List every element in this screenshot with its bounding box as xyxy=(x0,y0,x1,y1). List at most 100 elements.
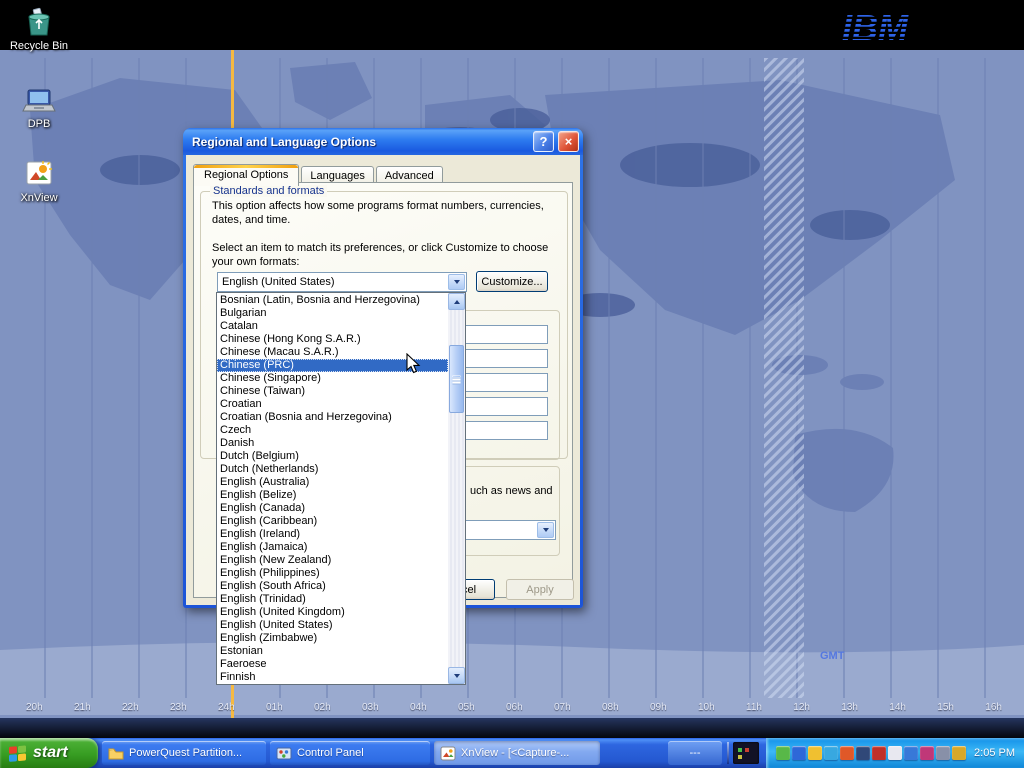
timezone-label: 02h xyxy=(314,702,331,713)
list-item[interactable]: Chinese (Hong Kong S.A.R.) xyxy=(217,333,448,346)
xnview-icon xyxy=(22,156,56,190)
location-text-fragment: uch as news and xyxy=(470,484,553,498)
list-item[interactable]: English (United Kingdom) xyxy=(217,606,448,619)
tray-icon[interactable] xyxy=(824,746,838,760)
format-combobox-value: English (United States) xyxy=(218,276,447,288)
tray-icon[interactable] xyxy=(904,746,918,760)
list-item[interactable]: Faeroese xyxy=(217,658,448,671)
list-item[interactable]: Estonian xyxy=(217,645,448,658)
list-item[interactable]: Dutch (Netherlands) xyxy=(217,463,448,476)
combobox-dropdown-button[interactable] xyxy=(448,274,465,290)
tray-icon[interactable] xyxy=(952,746,966,760)
timezone-label-row: 20h 21h 22h 23h 24h 01h 02h 03h 04h 05h … xyxy=(26,702,1002,713)
list-item[interactable]: Croatian (Bosnia and Herzegovina) xyxy=(217,411,448,424)
taskbar-deskband[interactable]: --- xyxy=(668,741,722,765)
system-tray: 2:05 PM xyxy=(766,738,1024,768)
timezone-label: 23h xyxy=(170,702,187,713)
taskbar-clock[interactable]: 2:05 PM xyxy=(974,738,1015,768)
tray-icon[interactable] xyxy=(888,746,902,760)
list-item[interactable]: Finnish xyxy=(217,671,448,684)
list-item[interactable]: English (United States) xyxy=(217,619,448,632)
taskbar-separator xyxy=(727,742,729,764)
tray-icon[interactable] xyxy=(856,746,870,760)
desktop-icon-xnview[interactable]: XnView xyxy=(0,156,78,204)
list-item[interactable]: Czech xyxy=(217,424,448,437)
help-button[interactable]: ? xyxy=(533,131,554,152)
scroll-up-button[interactable] xyxy=(448,293,465,310)
dialog-title-bar[interactable]: Regional and Language Options ? × xyxy=(183,128,583,155)
timezone-label: 13h xyxy=(841,702,858,713)
customize-button[interactable]: Customize... xyxy=(476,271,548,292)
format-combobox[interactable]: English (United States) xyxy=(217,272,467,292)
list-item[interactable]: English (Canada) xyxy=(217,502,448,515)
tray-icon[interactable] xyxy=(808,746,822,760)
taskbar-task-powerquest[interactable]: PowerQuest Partition... xyxy=(102,741,266,765)
list-item[interactable]: Bosnian (Latin, Bosnia and Herzegovina) xyxy=(217,294,448,307)
list-item[interactable]: English (Jamaica) xyxy=(217,541,448,554)
list-item[interactable]: Catalan xyxy=(217,320,448,333)
list-item[interactable]: Chinese (Taiwan) xyxy=(217,385,448,398)
timezone-label: 07h xyxy=(554,702,571,713)
list-item[interactable]: Dutch (Belgium) xyxy=(217,450,448,463)
taskbar-task-control-panel[interactable]: Control Panel xyxy=(270,741,430,765)
list-item[interactable]: English (New Zealand) xyxy=(217,554,448,567)
desktop: 20h 21h 22h 23h 24h 01h 02h 03h 04h 05h … xyxy=(0,0,1024,768)
timezone-label: 22h xyxy=(122,702,139,713)
tray-icon[interactable] xyxy=(840,746,854,760)
timezone-label: 05h xyxy=(458,702,475,713)
tray-icon[interactable] xyxy=(776,746,790,760)
timezone-label: 15h xyxy=(937,702,954,713)
ibm-logo: IBM xyxy=(836,4,946,50)
list-item[interactable]: English (Australia) xyxy=(217,476,448,489)
timezone-label: 24h xyxy=(218,702,235,713)
svg-text:IBM: IBM xyxy=(842,7,909,48)
list-item[interactable]: English (Zimbabwe) xyxy=(217,632,448,645)
taskbar-task-xnview[interactable]: XnView - [<Capture-... xyxy=(434,741,600,765)
desktop-icon-dpb[interactable]: DPB xyxy=(0,86,78,130)
tray-icon[interactable] xyxy=(792,746,806,760)
list-item[interactable]: Croatian xyxy=(217,398,448,411)
close-button[interactable]: × xyxy=(558,131,579,152)
list-item[interactable]: English (Belize) xyxy=(217,489,448,502)
list-item[interactable]: English (Caribbean) xyxy=(217,515,448,528)
timezone-label: 04h xyxy=(410,702,427,713)
task-label: PowerQuest Partition... xyxy=(129,747,242,759)
format-description: This option affects how some programs fo… xyxy=(212,199,560,227)
desktop-icon-label: Recycle Bin xyxy=(8,40,70,52)
chevron-down-icon xyxy=(454,280,460,284)
list-item[interactable]: English (South Africa) xyxy=(217,580,448,593)
desktop-icon-recycle-bin[interactable]: Recycle Bin xyxy=(0,6,78,52)
combobox-dropdown-button[interactable] xyxy=(537,522,554,538)
tray-icon[interactable] xyxy=(920,746,934,760)
list-item[interactable]: Bulgarian xyxy=(217,307,448,320)
apply-button: Apply xyxy=(506,579,574,600)
recycle-bin-icon xyxy=(22,6,56,38)
scroll-thumb[interactable] xyxy=(449,345,464,413)
timezone-label: 16h xyxy=(985,702,1002,713)
list-scrollbar[interactable] xyxy=(448,293,465,684)
task-label: Control Panel xyxy=(297,747,364,759)
taskbar-console-icon[interactable] xyxy=(733,742,759,764)
start-button-label: start xyxy=(33,744,68,762)
task-label: XnView - [<Capture-... xyxy=(461,747,569,759)
format-instruction: Select an item to match its preferences,… xyxy=(212,241,566,269)
gmt-label: GMT xyxy=(820,650,844,662)
start-button[interactable]: start xyxy=(0,738,98,768)
list-item[interactable]: Danish xyxy=(217,437,448,450)
list-item[interactable]: English (Trinidad) xyxy=(217,593,448,606)
timezone-label: 01h xyxy=(266,702,283,713)
desktop-icon-label: DPB xyxy=(26,118,53,130)
list-item[interactable]: English (Ireland) xyxy=(217,528,448,541)
list-item[interactable]: English (Philippines) xyxy=(217,567,448,580)
tray-icon[interactable] xyxy=(872,746,886,760)
timezone-label: 14h xyxy=(889,702,906,713)
control-panel-icon xyxy=(276,746,292,761)
tray-icon[interactable] xyxy=(936,746,950,760)
timezone-label: 06h xyxy=(506,702,523,713)
timezone-label: 11h xyxy=(746,702,762,713)
timezone-label: 10h xyxy=(698,702,715,713)
arrow-down-icon xyxy=(454,674,460,678)
tab-regional-options[interactable]: Regional Options xyxy=(193,164,299,186)
scroll-down-button[interactable] xyxy=(448,667,465,684)
timezone-label: 20h xyxy=(26,702,43,713)
